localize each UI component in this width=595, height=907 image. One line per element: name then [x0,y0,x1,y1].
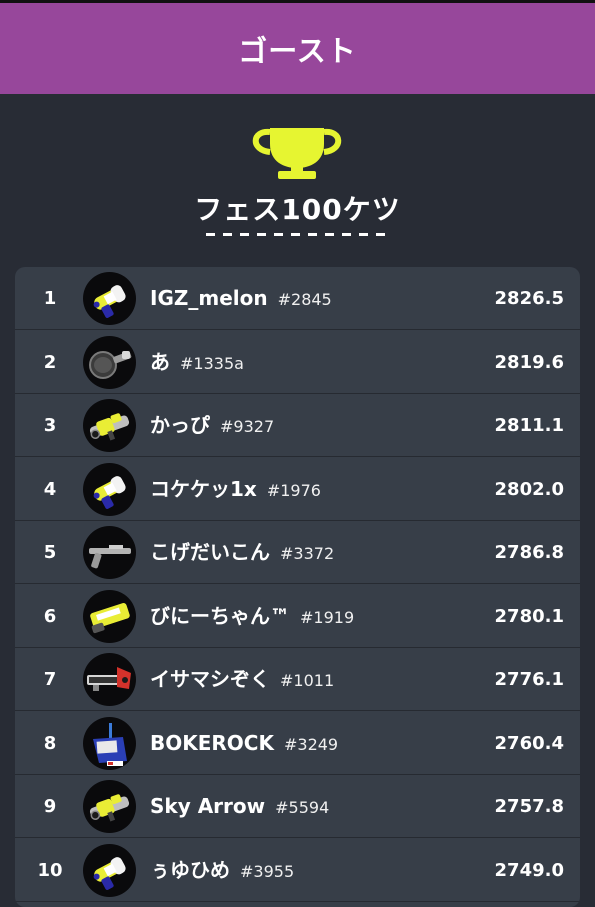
player-name-text: BOKEROCK [150,730,274,755]
brush-weapon-icon [83,335,136,389]
charger-weapon-icon [83,526,136,579]
shooter-weapon-icon [83,399,136,452]
rank-number: 5 [43,542,57,563]
player-tag: #3372 [280,544,335,563]
ranking-row[interactable]: 5 こげだいこん #3372 2786.8 [15,521,580,584]
rank-number: 2 [43,351,57,373]
player-name: イサマシぞく #1011 [150,648,334,711]
ranking-row[interactable]: 3 かっぴ #9327 2811.1 [15,394,580,457]
player-name: ぅゆひめ #3955 [150,839,294,902]
ranking-row[interactable]: 7 イサマシぞく #1011 2776.1 [15,648,580,711]
player-name: びにーちゃん™ #1919 [150,585,354,648]
bucket-weapon-icon [83,716,136,770]
shooter-weapon-icon [83,780,136,833]
fes-power: 2780.1 [494,605,564,627]
player-name: Sky Arrow #5594 [150,775,329,838]
trophy-icon [252,128,342,179]
player-tag: #9327 [220,417,275,436]
player-name-text: ぅゆひめ [150,857,230,882]
player-name: こげだいこん #3372 [150,521,334,584]
player-name-text: IGZ_melon [150,286,268,310]
player-tag: #1976 [266,480,321,500]
player-tag: #5594 [275,798,330,817]
fes-power: 2819.6 [494,351,564,373]
fes-power: 2826.5 [494,288,564,309]
player-name-text: コケケッ1x [150,476,257,501]
fes-power: 2776.1 [494,669,564,690]
ranking-row[interactable]: 1 IGZ_melon #2845 2826.5 [15,267,580,330]
player-name-text: Sky Arrow [150,794,266,818]
player-tag: #1335a [180,353,244,373]
fes-power: 2802.0 [494,478,564,500]
player-name: IGZ_melon #2845 [150,267,332,330]
player-name: あ #1335a [150,331,244,394]
player-name-text: イサマシぞく [150,667,270,691]
splatling-weapon-icon [83,653,136,706]
rank-number: 8 [43,732,57,754]
team-title: ゴースト [238,33,357,68]
player-name-text: あ [150,349,170,374]
player-tag: #3249 [283,734,339,754]
roller-weapon-icon [83,589,136,643]
blaster-weapon-icon [83,462,136,516]
player-tag: #1919 [300,607,355,627]
player-tag: #3955 [240,861,295,881]
festival-title: フェス100ケツ [194,193,401,226]
rank-number: 10 [37,859,63,881]
player-name-text: こげだいこん [150,540,270,564]
blaster-weapon-icon [83,272,136,325]
fes-power: 2757.8 [494,796,564,817]
fes-power: 2786.8 [494,542,564,563]
ranking-row[interactable]: 10 ぅゆひめ #3955 2749.0 [15,839,580,902]
ranking-row[interactable]: 4 コケケッ1x #1976 2802.0 [15,458,580,521]
player-name-text: かっぴ [150,413,210,437]
rank-number: 1 [43,288,57,309]
player-tag: #2845 [277,290,332,309]
player-name: BOKEROCK #3249 [150,712,338,775]
team-header: ゴースト [0,3,595,94]
ranking-row[interactable]: 6 びにーちゃん™ #1919 2780.1 [15,585,580,648]
player-name: コケケッ1x #1976 [150,458,321,521]
rank-number: 4 [43,478,57,500]
fes-power: 2760.4 [494,732,564,754]
fes-power: 2749.0 [494,859,564,881]
dashed-divider [206,233,390,236]
rank-number: 6 [43,605,57,627]
player-tag: #1011 [280,671,335,690]
fes-power: 2811.1 [494,415,564,436]
player-name-text: びにーちゃん™ [150,603,290,628]
ranking-row[interactable]: 8 BOKEROCK #3249 2760.4 [15,712,580,775]
rank-number: 9 [43,796,57,817]
blaster-weapon-icon [83,843,136,897]
rank-number: 7 [43,669,57,690]
rank-number: 3 [43,415,57,436]
player-name: かっぴ #9327 [150,394,274,457]
ranking-row[interactable]: 9 Sky Arrow #5594 2757.8 [15,775,580,838]
ranking-row[interactable]: 2 あ #1335a 2819.6 [15,331,580,394]
ranking-list: 1 IGZ_melon #2845 2826.5 2 あ #1335a 2819.6 3 かっぴ #… [15,267,580,907]
